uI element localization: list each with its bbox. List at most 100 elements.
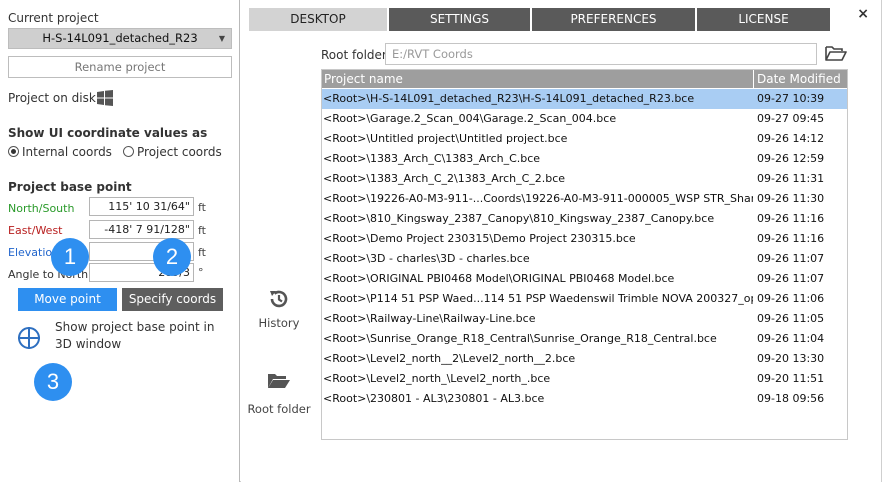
cell-project-name: <Root>\P114 51 PSP Waed...114 51 PSP Wae… <box>323 292 753 305</box>
east-west-label: East/West <box>8 224 63 237</box>
cell-date-modified: 09-26 11:04 <box>757 332 825 345</box>
radio-internal-label: Internal coords <box>22 145 112 159</box>
cell-date-modified: 09-26 12:59 <box>757 152 825 165</box>
table-row[interactable]: <Root>\Sunrise_Orange_R18_Central\Sunris… <box>322 329 847 349</box>
app-window: Current project H-S-14L091_detached_R23 … <box>0 0 882 482</box>
angle-unit: ° <box>198 266 204 279</box>
callout-badge-1: 1 <box>51 238 89 276</box>
cell-date-modified: 09-26 14:12 <box>757 132 825 145</box>
header-date-modified[interactable]: Date Modified <box>755 70 847 88</box>
cell-project-name: <Root>\230801 - AL3\230801 - AL3.bce <box>323 392 545 405</box>
cell-project-name: <Root>\Level2_north__2\Level2_north__2.b… <box>323 352 576 365</box>
table-row[interactable]: <Root>\Level2_north_\Level2_north_.bce 09… <box>322 369 847 389</box>
radio-off-icon <box>123 146 134 157</box>
radio-internal-coords[interactable]: Internal coords <box>8 145 112 159</box>
north-south-unit: ft <box>198 201 206 214</box>
table-row[interactable]: <Root>\1383_Arch_C\1383_Arch_C.bce 09-26 … <box>322 149 847 169</box>
cell-date-modified: 09-26 11:05 <box>757 312 825 325</box>
project-table[interactable]: Project name Date Modified <Root>\H-S-14… <box>321 69 848 440</box>
tab-desktop[interactable]: DESKTOP <box>249 8 387 31</box>
radio-on-icon <box>8 146 19 157</box>
cell-project-name: <Root>\Railway-Line\Railway-Line.bce <box>323 312 536 325</box>
cell-project-name: <Root>\1383_Arch_C_2\1383_Arch_C_2.bce <box>323 172 566 185</box>
table-row[interactable]: <Root>\230801 - AL3\230801 - AL3.bce 09-1… <box>322 389 847 409</box>
cell-date-modified: 09-18 09:56 <box>757 392 825 405</box>
table-row[interactable]: <Root>\810_Kingsway_2387_Canopy\810_King… <box>322 209 847 229</box>
root-folder-input[interactable]: E:/RVT Coords <box>385 43 817 65</box>
tab-settings[interactable]: SETTINGS <box>389 8 530 31</box>
cell-date-modified: 09-20 13:30 <box>757 352 825 365</box>
root-folder-nav-label: Root folder <box>247 402 311 416</box>
current-project-label: Current project <box>8 11 99 25</box>
open-folder-icon[interactable] <box>825 45 847 62</box>
callout-badge-2: 2 <box>153 238 191 276</box>
specify-coords-button[interactable]: Specify coords <box>122 288 223 311</box>
cell-date-modified: 09-26 11:16 <box>757 212 825 225</box>
table-row[interactable]: <Root>\H-S-14L091_detached_R23\H-S-14L09… <box>322 89 847 109</box>
cell-date-modified: 09-26 11:07 <box>757 252 825 265</box>
east-west-unit: ft <box>198 224 206 237</box>
north-south-label: North/South <box>8 202 75 215</box>
cell-project-name: <Root>\19226-A0-M3-911-...Coords\19226-A… <box>323 192 753 205</box>
table-row[interactable]: <Root>\P114 51 PSP Waed...114 51 PSP Wae… <box>322 289 847 309</box>
header-project-name[interactable]: Project name <box>322 70 754 88</box>
chevron-down-icon: ▼ <box>218 34 225 43</box>
right-panel: DESKTOP SETTINGS PREFERENCES LICENSE × R… <box>241 0 881 482</box>
cell-date-modified: 09-27 10:39 <box>757 92 825 105</box>
project-select[interactable]: H-S-14L091_detached_R23 ▼ <box>8 28 232 49</box>
folder-icon <box>268 374 290 388</box>
windows-folder-icon[interactable] <box>97 90 113 106</box>
history-nav[interactable]: History <box>241 288 317 330</box>
close-button[interactable]: × <box>857 6 869 22</box>
table-row[interactable]: <Root>\1383_Arch_C_2\1383_Arch_C_2.bce 09… <box>322 169 847 189</box>
cell-project-name: <Root>\Untitled project\Untitled project… <box>323 132 568 145</box>
left-panel: Current project H-S-14L091_detached_R23 … <box>0 0 240 482</box>
table-header: Project name Date Modified <box>322 70 847 88</box>
project-on-disk-label: Project on disk <box>8 91 96 105</box>
cell-project-name: <Root>\810_Kingsway_2387_Canopy\810_King… <box>323 212 715 225</box>
cell-date-modified: 09-26 11:06 <box>757 292 825 305</box>
table-row[interactable]: <Root>\Demo Project 230315\Demo Project … <box>322 229 847 249</box>
cell-project-name: <Root>\Demo Project 230315\Demo Project … <box>323 232 636 245</box>
radio-project-label: Project coords <box>137 145 222 159</box>
root-folder-nav[interactable]: Root folder <box>241 372 317 416</box>
history-icon <box>270 290 288 308</box>
base-point-heading: Project base point <box>8 180 132 194</box>
cell-project-name: <Root>\H-S-14L091_detached_R23\H-S-14L09… <box>323 92 695 105</box>
rename-project-button[interactable]: Rename project <box>8 56 232 78</box>
table-row[interactable]: <Root>\Level2_north__2\Level2_north__2.b… <box>322 349 847 369</box>
radio-project-coords[interactable]: Project coords <box>123 145 222 159</box>
show-base-point-text-2: 3D window <box>55 337 122 351</box>
root-folder-label: Root folder <box>321 48 387 62</box>
cell-date-modified: 09-27 09:45 <box>757 112 825 125</box>
project-select-value: H-S-14L091_detached_R23 <box>42 31 198 45</box>
callout-badge-3: 3 <box>34 363 72 401</box>
cell-project-name: <Root>\Garage.2_Scan_004\Garage.2_Scan_0… <box>323 112 617 125</box>
table-row[interactable]: <Root>\Railway-Line\Railway-Line.bce 09-2… <box>322 309 847 329</box>
cell-date-modified: 09-26 11:16 <box>757 232 825 245</box>
cell-project-name: <Root>\ORIGINAL PBI0468 Model\ORIGINAL P… <box>323 272 675 285</box>
north-south-field[interactable]: 115' 10 31/64" <box>89 197 194 216</box>
east-west-field[interactable]: -418' 7 91/128" <box>89 220 194 239</box>
crosshair-icon[interactable] <box>17 326 41 350</box>
cell-date-modified: 09-26 11:07 <box>757 272 825 285</box>
cell-project-name: <Root>\1383_Arch_C\1383_Arch_C.bce <box>323 152 541 165</box>
tab-license[interactable]: LICENSE <box>697 8 830 31</box>
table-row[interactable]: <Root>\Garage.2_Scan_004\Garage.2_Scan_0… <box>322 109 847 129</box>
cell-project-name: <Root>\Level2_north_\Level2_north_.bce <box>323 372 551 385</box>
table-row[interactable]: <Root>\3D - charles\3D - charles.bce 09-2… <box>322 249 847 269</box>
cell-project-name: <Root>\3D - charles\3D - charles.bce <box>323 252 530 265</box>
move-point-button[interactable]: Move point <box>18 288 117 311</box>
cell-project-name: <Root>\Sunrise_Orange_R18_Central\Sunris… <box>323 332 717 345</box>
history-label: History <box>258 316 300 330</box>
table-row[interactable]: <Root>\ORIGINAL PBI0468 Model\ORIGINAL P… <box>322 269 847 289</box>
show-base-point-text-1: Show project base point in <box>55 320 215 334</box>
cell-date-modified: 09-26 11:31 <box>757 172 825 185</box>
cell-date-modified: 09-26 11:30 <box>757 192 825 205</box>
elevation-unit: ft <box>198 246 206 259</box>
tab-preferences[interactable]: PREFERENCES <box>532 8 695 31</box>
coord-heading: Show UI coordinate values as <box>8 126 208 140</box>
table-row[interactable]: <Root>\19226-A0-M3-911-...Coords\19226-A… <box>322 189 847 209</box>
cell-date-modified: 09-20 11:51 <box>757 372 825 385</box>
table-row[interactable]: <Root>\Untitled project\Untitled project… <box>322 129 847 149</box>
